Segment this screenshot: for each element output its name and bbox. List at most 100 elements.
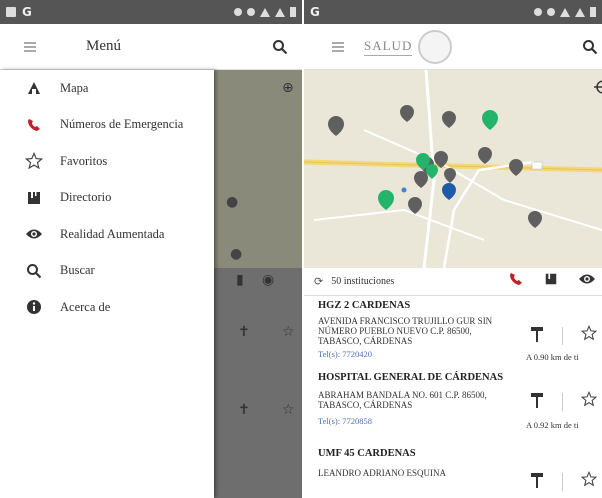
institution-name: HOSPITAL GENERAL DE CÁRDENAS (318, 372, 504, 383)
location-status-icon (234, 8, 242, 16)
search-icon (583, 39, 598, 54)
results-header: ⟳ 50 instituciones (304, 268, 602, 296)
battery-icon (290, 7, 296, 17)
star-icon (580, 390, 598, 407)
google-icon: G (310, 5, 320, 19)
directions-icon: ✝ (238, 324, 250, 340)
filter-directory-button[interactable] (544, 272, 558, 291)
status-bar-left: G (0, 0, 302, 24)
app-toolbar: Menú (0, 24, 302, 70)
eye-icon: ◉ (262, 272, 275, 288)
institution-address: AVENIDA FRANCISCO TRUJILLO GUR SIN NÚMER… (318, 316, 493, 346)
institution-distance: A 0.90 km de ti (526, 352, 579, 362)
map-canvas (304, 70, 602, 268)
institution-address: LEANDRO ADRIANO ESQUINA (318, 468, 446, 478)
directions-icon: ✝ (238, 402, 250, 418)
status-bar-right: G (302, 0, 602, 24)
search-icon (22, 263, 46, 279)
drawer-item-label: Realidad Aumentada (60, 226, 165, 241)
drawer-item-mapa[interactable]: Mapa (0, 70, 214, 107)
institution-address: ABRAHAM BANDALA NO. 601 C.P. 86500, TABA… (318, 390, 487, 410)
star-icon (22, 152, 46, 170)
eye-icon (579, 274, 595, 284)
directions-icon (531, 473, 543, 488)
institution-distance: A 0.92 km de ti (526, 420, 579, 430)
refresh-icon[interactable]: ⟳ (314, 275, 323, 288)
directions-button[interactable] (530, 470, 544, 493)
signal-icon (575, 7, 585, 17)
drawer-item-label: Mapa (60, 80, 89, 95)
drawer-item-label: Directorio (60, 190, 112, 205)
directions-button[interactable] (530, 324, 544, 347)
logo-text: SALUD (364, 38, 413, 56)
salud-logo: SALUD (364, 29, 453, 64)
search-button[interactable] (272, 39, 288, 55)
info-icon (22, 299, 46, 315)
favorite-button[interactable] (580, 390, 598, 412)
app-toolbar: SALUD (304, 24, 602, 70)
map-pin-icon (22, 80, 46, 96)
star-icon: ☆ (282, 402, 295, 418)
drawer-item-label: Números de Emergencia (60, 117, 184, 132)
drawer-item-directorio[interactable]: Directorio (0, 180, 214, 217)
map-pin-icon: ● (226, 194, 239, 210)
notification-icon (6, 7, 16, 17)
search-icon (273, 39, 288, 54)
directions-icon (531, 327, 543, 342)
institution-phone[interactable]: Tel(s): 7720858 (318, 416, 372, 426)
menu-icon[interactable] (332, 41, 344, 52)
drawer-item-emergencia[interactable]: Números de Emergencia (0, 107, 214, 144)
institution-name: HGZ 2 CARDENAS (318, 300, 411, 311)
drawer-item-label: Favoritos (60, 153, 108, 168)
sync-status-icon (247, 8, 255, 16)
divider (562, 326, 563, 345)
phone-icon (22, 117, 46, 133)
directory-icon (545, 273, 557, 285)
map-screen: SALUD ⟳ 50 instituciones HGZ 2 CARDENAS … (304, 24, 602, 498)
map-pin-icon: ● (230, 246, 243, 262)
seal-icon (418, 29, 453, 64)
filter-ar-button[interactable] (578, 272, 596, 291)
search-button[interactable] (582, 39, 598, 55)
location-status-icon (534, 8, 542, 16)
drawer-item-label: Acerca de (60, 299, 111, 314)
wifi-icon (260, 7, 270, 17)
drawer-item-favoritos[interactable]: Favoritos (0, 143, 214, 180)
star-icon (580, 324, 598, 341)
wifi-icon (560, 7, 570, 17)
menu-icon[interactable] (24, 41, 36, 52)
drawer-item-label: Buscar (60, 263, 95, 278)
eye-icon (22, 227, 46, 241)
battery-icon (590, 7, 596, 17)
star-icon: ☆ (282, 324, 295, 340)
drawer-item-realidad-aumentada[interactable]: Realidad Aumentada (0, 216, 214, 253)
directions-icon (531, 393, 543, 408)
results-count: 50 instituciones (331, 276, 395, 287)
sync-status-icon (547, 8, 555, 16)
drawer-item-acerca-de[interactable]: Acerca de (0, 289, 214, 326)
favorite-button[interactable] (580, 470, 598, 492)
navigation-drawer: Mapa Números de Emergencia Favoritos Dir… (0, 70, 214, 498)
menu-screen: ⊕ ▮ ◉ ✝ ☆ ✝ ☆ ● ● Menú Mapa Números de E… (0, 24, 302, 498)
star-icon (580, 470, 598, 487)
directions-button[interactable] (530, 390, 544, 413)
map-view[interactable] (304, 70, 602, 268)
crosshair-icon: ⊕ (282, 80, 294, 96)
divider (562, 472, 563, 491)
institution-phone[interactable]: Tel(s): 7720420 (318, 349, 372, 359)
favorite-button[interactable] (580, 324, 598, 346)
list-item[interactable]: HOSPITAL GENERAL DE CÁRDENAS ABRAHAM BAN… (304, 368, 602, 448)
institution-name: UMF 45 CARDENAS (318, 448, 416, 459)
directory-icon: ▮ (236, 272, 244, 288)
list-item[interactable]: HGZ 2 CARDENAS AVENIDA FRANCISCO TRUJILL… (304, 296, 602, 374)
dimmed-list (210, 268, 302, 498)
dimmed-map (210, 68, 302, 268)
directory-icon (22, 190, 46, 206)
drawer-item-buscar[interactable]: Buscar (0, 253, 214, 290)
signal-icon (275, 7, 285, 17)
filter-emergency-button[interactable] (508, 271, 524, 292)
list-item[interactable]: UMF 45 CARDENAS LEANDRO ADRIANO ESQUINA (304, 442, 602, 498)
menu-title: Menú (86, 38, 121, 54)
google-icon: G (22, 5, 32, 19)
crosshair-icon (594, 80, 602, 94)
